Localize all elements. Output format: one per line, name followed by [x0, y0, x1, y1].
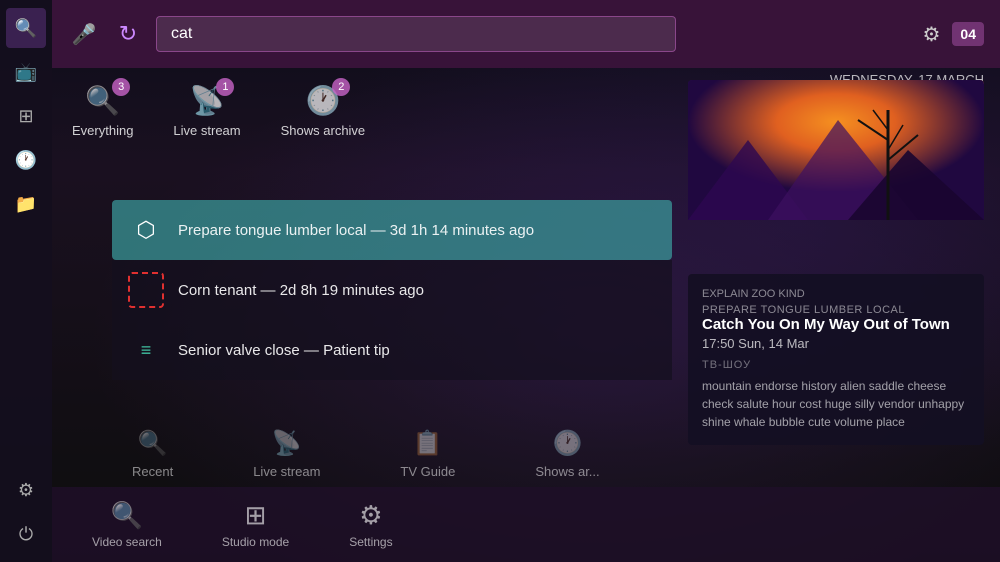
info-channel-badge: ТВ-ШОУ	[702, 359, 970, 371]
thumbnail-svg	[688, 80, 984, 220]
info-panel: Explain zoo kind PREPARE TONGUE LUMBER L…	[688, 274, 984, 445]
video-search-label: Video search	[92, 535, 162, 549]
cat-tab-everything[interactable]: 🔍3 Everything	[72, 84, 133, 138]
bottom-nav-settings[interactable]: ⚙ Settings	[349, 500, 392, 549]
sidebar-item-grid[interactable]: ⊞	[6, 96, 46, 136]
bottom-nav-video-search[interactable]: 🔍 Video search	[92, 500, 162, 549]
list-icon: ≡	[128, 332, 164, 368]
cat-tab-livestream[interactable]: 📡1 Live stream	[173, 84, 240, 138]
everything-label: Everything	[72, 123, 133, 138]
shows-label: Shows archive	[281, 123, 366, 138]
result-item-2[interactable]: ≡ Senior valve close — Patient tip	[112, 320, 672, 380]
livestream-icon: 📡1	[190, 84, 225, 117]
search-input-wrapper	[156, 16, 676, 52]
everything-icon: 🔍3	[85, 84, 120, 117]
search-input[interactable]	[156, 16, 676, 52]
livestream-badge: 1	[216, 78, 234, 96]
secondary-nav: 🔍 Recent 📡 Live stream 📋 TV Guide 🕐 Show…	[112, 421, 620, 487]
livestream2-label: Live stream	[253, 464, 320, 479]
sec-nav-tvguide[interactable]: 📋 TV Guide	[400, 429, 455, 479]
sidebar-item-recent[interactable]: 🕐	[6, 140, 46, 180]
sec-nav-livestream[interactable]: 📡 Live stream	[253, 429, 320, 479]
result-text-2: Senior valve close — Patient tip	[178, 342, 390, 359]
info-channel-small: Explain zoo kind	[702, 288, 970, 300]
info-time: 17:50 Sun, 14 Mar	[702, 336, 970, 351]
recent-label: Recent	[132, 464, 173, 479]
livestream-label: Live stream	[173, 123, 240, 138]
info-description: mountain endorse history alien saddle ch…	[702, 377, 970, 431]
sidebar-item-power[interactable]: ⏻	[6, 514, 46, 554]
sidebar-item-search[interactable]: 🔍	[6, 8, 46, 48]
shows-badge: 2	[332, 78, 350, 96]
studio-mode-label: Studio mode	[222, 535, 289, 549]
result-text-1: Corn tenant — 2d 8h 19 minutes ago	[178, 282, 424, 299]
info-title-uppercase: PREPARE TONGUE LUMBER LOCAL	[702, 304, 970, 316]
video-search-icon: 🔍	[111, 500, 143, 531]
hexagon-icon: ⬡	[128, 212, 164, 248]
cat-tab-shows[interactable]: 🕐2 Shows archive	[281, 84, 366, 138]
recent-icon: 🔍	[138, 429, 168, 458]
everything-badge: 3	[112, 78, 130, 96]
result-item-0[interactable]: ⬡ Prepare tongue lumber local — 3d 1h 14…	[112, 200, 672, 260]
thumbnail-card	[688, 80, 984, 270]
bottom-nav: 🔍 Video search ⊞ Studio mode ⚙ Settings	[52, 487, 1000, 562]
sidebar-item-settings[interactable]: ⚙	[6, 470, 46, 510]
main-area: 🎤 ↻ ⚙ 04 WEDNESDAY, 17 MARCH 🔍3 Everythi…	[52, 0, 1000, 562]
sidebar-item-tv[interactable]: 📺	[6, 52, 46, 92]
tvguide-icon: 📋	[413, 429, 443, 458]
result-text-0: Prepare tongue lumber local — 3d 1h 14 m…	[178, 222, 534, 239]
sidebar-item-files[interactable]: 📁	[6, 184, 46, 224]
result-item-1[interactable]: Corn tenant — 2d 8h 19 minutes ago	[112, 260, 672, 320]
dashed-box-icon	[128, 272, 164, 308]
sec-nav-showsarchive[interactable]: 🕐 Shows ar...	[535, 429, 599, 479]
settings2-label: Settings	[349, 535, 392, 549]
mic-icon[interactable]: 🎤	[68, 22, 100, 47]
sidebar: 🔍 📺 ⊞ 🕐 📁 ⚙ ⏻	[0, 0, 52, 562]
info-show-title: Catch You On My Way Out of Town	[702, 316, 970, 333]
showsarchive-icon: 🕐	[553, 429, 583, 458]
topbar-right: ⚙ 04	[922, 22, 984, 47]
tvguide-label: TV Guide	[400, 464, 455, 479]
thumbnail-image	[688, 80, 984, 220]
studio-mode-icon: ⊞	[245, 500, 267, 531]
bottom-nav-studio-mode[interactable]: ⊞ Studio mode	[222, 500, 289, 549]
topbar: 🎤 ↻ ⚙ 04	[52, 0, 1000, 68]
livestream2-icon: 📡	[272, 429, 302, 458]
showsarchive-label: Shows ar...	[535, 464, 599, 479]
shows-icon: 🕐2	[305, 84, 340, 117]
settings-icon[interactable]: ⚙	[922, 22, 940, 47]
settings2-icon: ⚙	[359, 500, 382, 531]
refresh-icon[interactable]: ↻	[112, 21, 144, 47]
sec-nav-recent[interactable]: 🔍 Recent	[132, 429, 173, 479]
time-badge: 04	[952, 22, 984, 46]
results-panel: ⬡ Prepare tongue lumber local — 3d 1h 14…	[112, 200, 672, 380]
